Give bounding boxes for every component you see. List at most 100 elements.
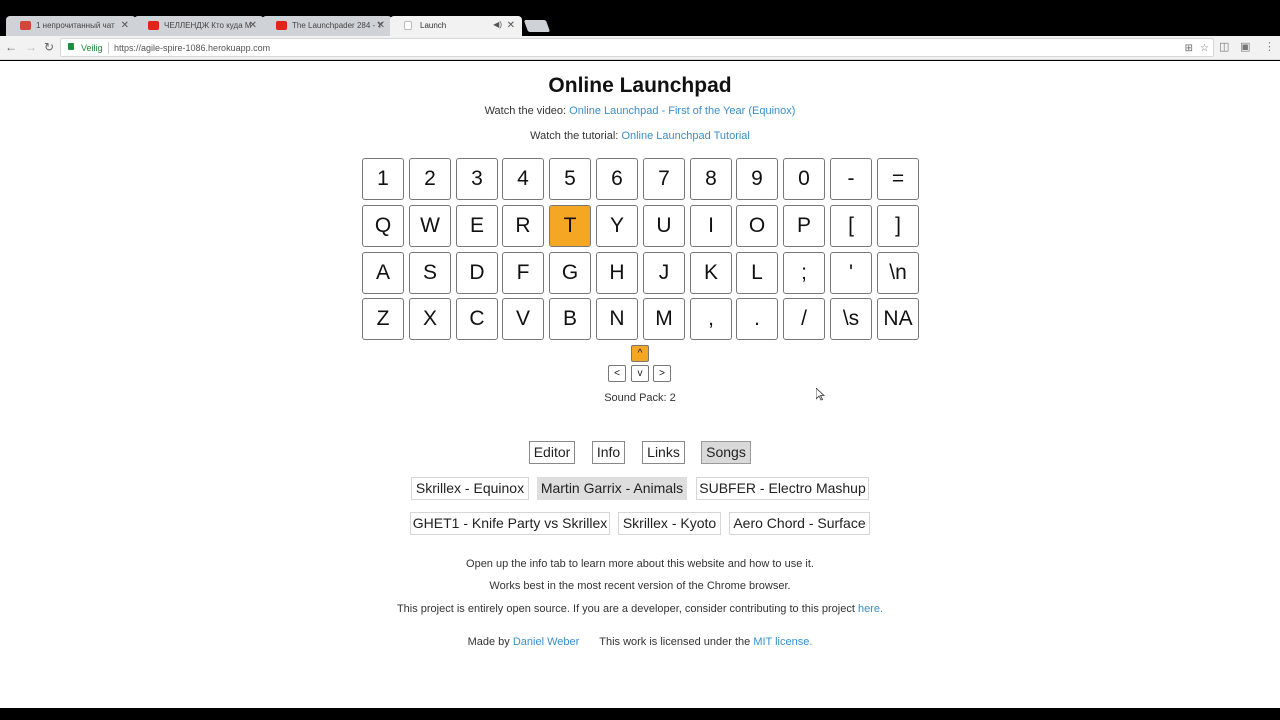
browser-tab-challenge[interactable]: ЧЕЛЛЕНДЖ Кто куда М ✕: [134, 16, 264, 36]
launchpad-key[interactable]: .: [736, 298, 778, 340]
address-bar[interactable]: Veilig https://agile-spire-1086.herokuap…: [60, 38, 1214, 57]
launchpad-key[interactable]: Q: [362, 205, 404, 247]
launchpad-key[interactable]: R: [502, 205, 544, 247]
launchpad-key[interactable]: L: [736, 252, 778, 294]
launchpad-key[interactable]: \n: [877, 252, 919, 294]
launchpad-key[interactable]: ': [830, 252, 872, 294]
browser-tab-gmail[interactable]: 1 непрочитанный чат ✕: [6, 16, 136, 36]
tab-info[interactable]: Info: [592, 441, 625, 464]
tab-label: Launch: [420, 21, 447, 30]
song-skrillex-kyoto[interactable]: Skrillex - Kyoto: [618, 512, 721, 535]
tab-editor[interactable]: Editor: [529, 441, 575, 464]
launchpad-key[interactable]: H: [596, 252, 638, 294]
youtube-icon: [276, 21, 287, 30]
launchpad-key[interactable]: 4: [502, 158, 544, 200]
extension-icon[interactable]: ▣: [1240, 40, 1250, 53]
tutorial-link[interactable]: Online Launchpad Tutorial: [621, 130, 749, 142]
credits-line: Made by Daniel Weber This work is licens…: [0, 636, 1280, 648]
launchpad-key[interactable]: V: [502, 298, 544, 340]
launchpad-key[interactable]: J: [643, 252, 685, 294]
browser-tab-launchpader[interactable]: The Launchpader 284 - Y ✕: [262, 16, 392, 36]
translate-icon[interactable]: ⊞: [1185, 43, 1193, 54]
launchpad-key[interactable]: 1: [362, 158, 404, 200]
launchpad-key[interactable]: [: [830, 205, 872, 247]
chrome-line: Works best in the most recent version of…: [489, 580, 791, 592]
launchpad-key[interactable]: K: [690, 252, 732, 294]
video-line: Watch the video: Online Launchpad - Firs…: [0, 105, 1280, 117]
gmail-icon: [20, 21, 31, 30]
launchpad-key[interactable]: \s: [830, 298, 872, 340]
youtube-icon: [148, 21, 159, 30]
launchpad-key[interactable]: A: [362, 252, 404, 294]
close-icon[interactable]: ✕: [507, 20, 515, 31]
launchpad-key[interactable]: S: [409, 252, 451, 294]
launchpad-key[interactable]: NA: [877, 298, 919, 340]
tab-links[interactable]: Links: [642, 441, 685, 464]
song-aero-chord-surface[interactable]: Aero Chord - Surface: [729, 512, 870, 535]
launchpad-key[interactable]: O: [736, 205, 778, 247]
launchpad-key[interactable]: D: [456, 252, 498, 294]
menu-icon[interactable]: ⋮: [1264, 40, 1275, 53]
launchpad-key[interactable]: ;: [783, 252, 825, 294]
launchpad-key[interactable]: T: [549, 205, 591, 247]
launchpad-key[interactable]: I: [690, 205, 732, 247]
launchpad-key[interactable]: =: [877, 158, 919, 200]
launchpad-key[interactable]: 8: [690, 158, 732, 200]
tab-label: The Launchpader 284 - Y: [292, 21, 383, 30]
launchpad-key[interactable]: G: [549, 252, 591, 294]
bottom-strip: [0, 708, 1280, 720]
tab-songs[interactable]: Songs: [701, 441, 751, 464]
launchpad-key[interactable]: X: [409, 298, 451, 340]
launchpad-key[interactable]: C: [456, 298, 498, 340]
tab-label: 1 непрочитанный чат: [36, 21, 115, 30]
launchpad-key[interactable]: ]: [877, 205, 919, 247]
launchpad-key[interactable]: Y: [596, 205, 638, 247]
song-skrillex-equinox[interactable]: Skrillex - Equinox: [411, 477, 529, 500]
launchpad-key[interactable]: M: [643, 298, 685, 340]
browser-toolbar: ← → ↻ Veilig https://agile-spire-1086.he…: [0, 36, 1280, 60]
license-link[interactable]: MIT license.: [753, 636, 812, 648]
video-link[interactable]: Online Launchpad - First of the Year (Eq…: [569, 105, 795, 117]
launchpad-key[interactable]: 0: [783, 158, 825, 200]
launchpad-key[interactable]: 5: [549, 158, 591, 200]
song-ghet1-knife-party[interactable]: GHET1 - Knife Party vs Skrillex: [410, 512, 610, 535]
audio-icon[interactable]: ◀): [493, 20, 502, 29]
new-tab-button[interactable]: [523, 20, 551, 32]
launchpad-key[interactable]: B: [549, 298, 591, 340]
extension-icon[interactable]: ◫: [1219, 40, 1229, 53]
author-link[interactable]: Daniel Weber: [513, 636, 579, 648]
arrow-right-button[interactable]: >: [653, 365, 671, 382]
song-martin-garrix-animals[interactable]: Martin Garrix - Animals: [537, 477, 687, 500]
close-icon[interactable]: ✕: [121, 20, 129, 31]
launchpad-key[interactable]: W: [409, 205, 451, 247]
page-icon: [404, 21, 412, 30]
arrow-down-button[interactable]: v: [631, 365, 649, 382]
reload-icon[interactable]: ↻: [42, 40, 56, 54]
launchpad-key[interactable]: 7: [643, 158, 685, 200]
launchpad-key[interactable]: 3: [456, 158, 498, 200]
launchpad-key[interactable]: N: [596, 298, 638, 340]
launchpad-key[interactable]: E: [456, 205, 498, 247]
launchpad-key[interactable]: /: [783, 298, 825, 340]
arrow-left-button[interactable]: <: [608, 365, 626, 382]
url-text[interactable]: https://agile-spire-1086.herokuapp.com: [114, 43, 270, 53]
close-icon[interactable]: ✕: [377, 20, 385, 31]
close-icon[interactable]: ✕: [249, 20, 257, 31]
back-icon[interactable]: ←: [4, 40, 18, 54]
arrow-up-button[interactable]: ^: [631, 345, 649, 362]
launchpad-key[interactable]: F: [502, 252, 544, 294]
launchpad-key[interactable]: Z: [362, 298, 404, 340]
launchpad-key[interactable]: ,: [690, 298, 732, 340]
launchpad-key[interactable]: -: [830, 158, 872, 200]
launchpad-key[interactable]: P: [783, 205, 825, 247]
here-link[interactable]: here.: [858, 603, 883, 615]
page-title: Online Launchpad: [548, 74, 732, 97]
star-icon[interactable]: ☆: [1200, 43, 1209, 54]
forward-icon[interactable]: →: [24, 40, 38, 54]
browser-tab-launch[interactable]: Launch ◀) ✕: [390, 16, 522, 36]
launchpad-key[interactable]: 6: [596, 158, 638, 200]
song-subfer-electro-mashup[interactable]: SUBFER - Electro Mashup: [696, 477, 869, 500]
launchpad-key[interactable]: U: [643, 205, 685, 247]
launchpad-key[interactable]: 2: [409, 158, 451, 200]
launchpad-key[interactable]: 9: [736, 158, 778, 200]
